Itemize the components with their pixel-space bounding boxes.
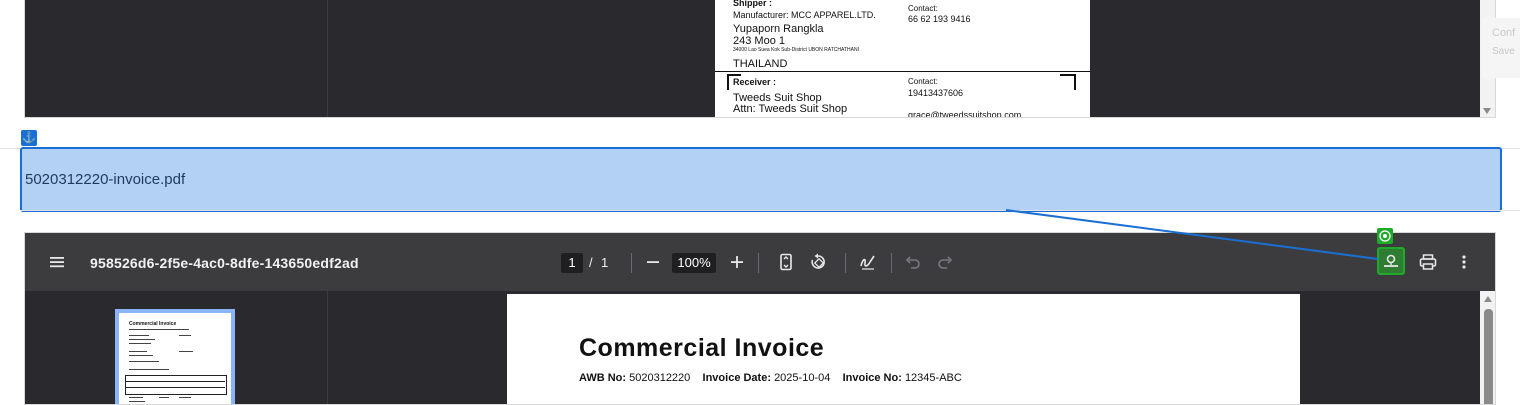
connector-line bbox=[1005, 209, 1379, 260]
